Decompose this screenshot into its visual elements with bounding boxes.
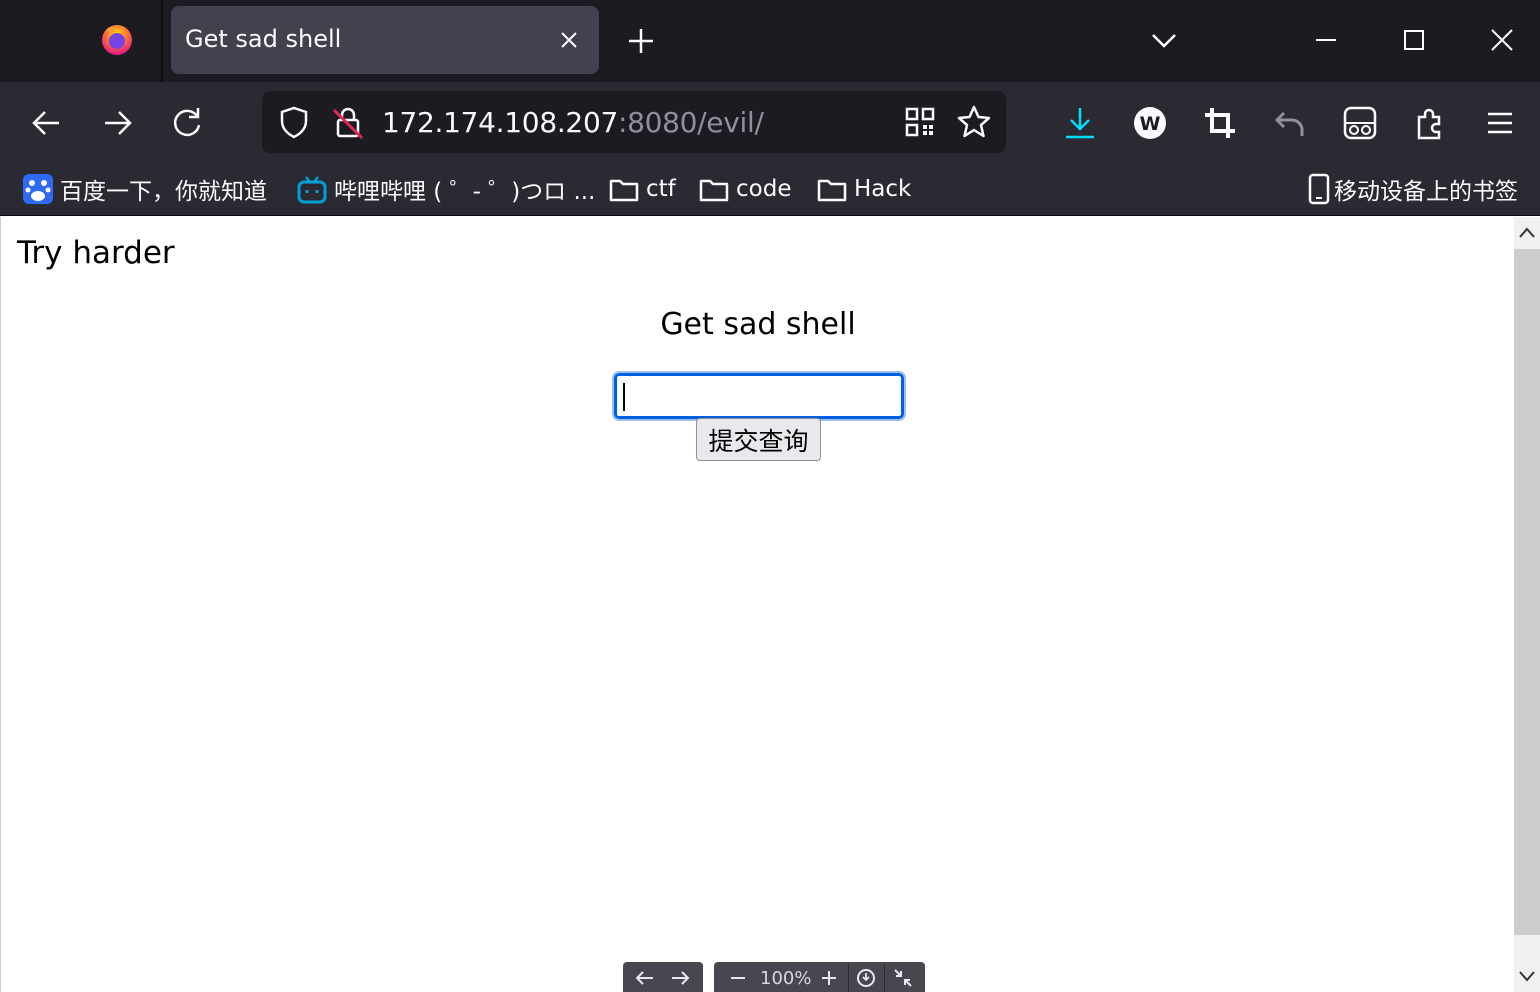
bookmark-baidu[interactable]: 百度一下，你就知道 [22,172,267,206]
page-content: Try harder Get sad shell 提交查询 [0,217,1514,992]
tab-divider [161,0,163,82]
scroll-thumb[interactable] [1514,249,1540,935]
new-tab-icon[interactable] [624,24,658,58]
extensions-puzzle-icon[interactable] [1410,103,1450,143]
bookmark-folder-code[interactable]: code [698,172,791,206]
bookmark-label: 哔哩哔哩 ( ゜- ゜)つロ ... [334,179,596,205]
wikipedia-extension-icon[interactable]: W [1130,103,1170,143]
folder-icon [609,179,639,202]
maximize-icon[interactable] [1394,20,1434,60]
mobile-bookmarks-label: 移动设备上的书签 [1334,179,1518,205]
downloads-icon[interactable] [1060,103,1100,143]
submit-button[interactable]: 提交查询 [696,418,821,461]
tracking-protection-shield-icon[interactable] [274,102,314,142]
folder-icon [817,179,847,202]
scroll-down-icon[interactable] [1517,966,1537,986]
qr-code-icon[interactable] [900,102,940,142]
url-host: 172.174.108.207 [382,106,618,139]
back-icon[interactable] [27,103,67,143]
collapse-icon[interactable] [891,966,915,990]
bottom-nav-group [623,962,703,992]
bookmark-bilibili[interactable]: 哔哩哔哩 ( ゜- ゜)つロ ... [296,172,595,206]
toolbar-separator [848,964,849,992]
tab-active[interactable]: Get sad shell [171,6,599,74]
bottom-forward-icon[interactable] [668,966,692,990]
tab-close-icon[interactable] [555,26,583,54]
bottom-back-icon[interactable] [633,966,657,990]
bilibili-icon [297,176,327,204]
bookmark-label: 百度一下，你就知道 [60,179,267,205]
bookmarks-toolbar: 百度一下，你就知道 哔哩哔哩 ( ゜- ゜)つロ ... ctf code Ha… [0,164,1540,216]
url-text[interactable]: 172.174.108.207:8080/evil/ [382,106,764,139]
zoom-in-icon[interactable] [817,966,841,990]
list-all-tabs-icon[interactable] [1148,24,1180,56]
reader-glasses-icon[interactable] [1340,103,1380,143]
url-bar[interactable]: 172.174.108.207:8080/evil/ [262,91,1006,153]
bottom-zoom-group: 100% [714,962,925,992]
folder-icon [699,179,729,202]
toolbar-separator [884,964,885,992]
zoom-out-icon[interactable] [726,966,750,990]
scroll-up-icon[interactable] [1517,223,1537,243]
result-message: Try harder [17,235,175,271]
undo-icon[interactable] [1270,103,1310,143]
url-path: :8080/evil/ [617,106,764,139]
reload-icon[interactable] [167,103,207,143]
text-caret [623,383,625,411]
bookmark-label: code [736,176,792,202]
zoom-level: 100% [760,968,812,989]
baidu-icon [23,174,53,204]
insecure-lock-icon[interactable] [328,102,368,142]
command-input[interactable] [612,371,906,421]
mobile-icon [1308,173,1330,205]
forward-icon[interactable] [97,103,137,143]
title-bar: Get sad shell [0,0,1540,82]
bookmark-folder-ctf[interactable]: ctf [608,172,676,206]
bookmark-label: Hack [854,176,912,202]
crop-screenshot-icon[interactable] [1200,103,1240,143]
svg-text:W: W [1140,113,1161,135]
vertical-scrollbar[interactable] [1514,217,1540,992]
menu-hamburger-icon[interactable] [1480,103,1520,143]
page-heading: Get sad shell [660,307,856,342]
bookmark-star-icon[interactable] [954,102,994,142]
navigation-toolbar: 172.174.108.207:8080/evil/ W [0,82,1540,164]
minimize-icon[interactable] [1306,20,1346,60]
firefox-logo-icon[interactable] [100,22,134,56]
tab-title: Get sad shell [185,25,342,53]
bookmark-folder-hack[interactable]: Hack [816,172,911,206]
mobile-bookmarks[interactable]: 移动设备上的书签 [1306,172,1518,206]
close-window-icon[interactable] [1482,20,1522,60]
bookmark-label: ctf [646,176,676,202]
reset-zoom-icon[interactable] [854,966,878,990]
